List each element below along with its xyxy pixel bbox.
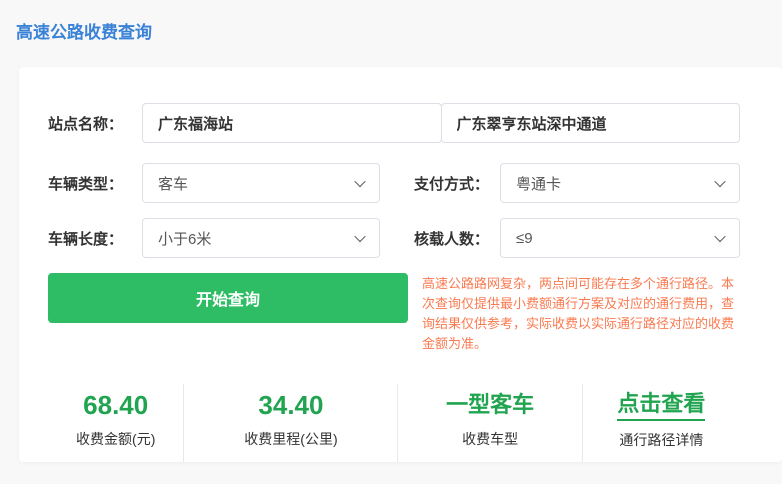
station-inputs [142,103,740,143]
view-route-details-link[interactable]: 点击查看 [617,390,705,421]
payment-method-value: 粤通卡 [516,173,561,194]
toll-amount-value: 68.40 [48,390,183,420]
station-row: 站点名称： [48,103,740,143]
passenger-capacity-group: 核载人数： ≤9 [414,218,740,258]
payment-method-group: 支付方式： 粤通卡 [414,163,740,203]
vehicle-class-label: 收费车型 [398,429,581,449]
vehicle-type-select[interactable]: 客车 [142,163,380,203]
results-row: 68.40 收费金额(元) 34.40 收费里程(公里) 一型客车 收费车型 点… [48,384,740,462]
length-capacity-row: 车辆长度： 小于6米 核载人数： ≤9 [48,218,740,258]
action-row: 开始查询 高速公路路网复杂，两点间可能存在多个通行路径。本次查询仅提供最小费额通… [48,273,740,354]
result-vehicle-class: 一型客车 收费车型 [397,384,581,462]
start-query-button[interactable]: 开始查询 [48,273,408,323]
chevron-down-icon [354,231,365,242]
query-notice-text: 高速公路路网复杂，两点间可能存在多个通行路径。本次查询仅提供最小费额通行方案及对… [414,273,740,354]
toll-distance-label: 收费里程(公里) [184,429,397,449]
chevron-down-icon [714,231,725,242]
passenger-capacity-value: ≤9 [516,230,533,247]
payment-method-label: 支付方式： [414,173,500,194]
vehicle-class-value: 一型客车 [398,390,581,420]
vehicle-payment-row: 车辆类型： 客车 支付方式： 粤通卡 [48,163,740,203]
vehicle-type-group: 车辆类型： 客车 [48,163,380,203]
passenger-capacity-label: 核载人数： [414,228,500,249]
result-route-details: 点击查看 通行路径详情 [582,384,740,462]
query-card: 站点名称： 车辆类型： 客车 支付方式： 粤通卡 车辆长度： 小于6米 [19,67,782,462]
vehicle-length-label: 车辆长度： [48,228,142,249]
result-toll-amount: 68.40 收费金额(元) [48,384,183,462]
toll-distance-value: 34.40 [184,390,397,420]
chevron-down-icon [354,176,365,187]
station-from-input[interactable] [142,103,442,143]
vehicle-type-label: 车辆类型： [48,173,142,194]
page-title: 高速公路收费查询 [16,18,152,43]
station-to-input[interactable] [441,103,741,143]
route-details-label: 通行路径详情 [583,430,740,450]
chevron-down-icon [714,176,725,187]
toll-amount-label: 收费金额(元) [48,429,183,449]
payment-method-select[interactable]: 粤通卡 [500,163,740,203]
station-name-label: 站点名称： [48,113,142,134]
vehicle-length-select[interactable]: 小于6米 [142,218,380,258]
result-toll-distance: 34.40 收费里程(公里) [183,384,397,462]
passenger-capacity-select[interactable]: ≤9 [500,218,740,258]
vehicle-type-value: 客车 [158,173,188,194]
vehicle-length-value: 小于6米 [158,228,211,249]
vehicle-length-group: 车辆长度： 小于6米 [48,218,380,258]
